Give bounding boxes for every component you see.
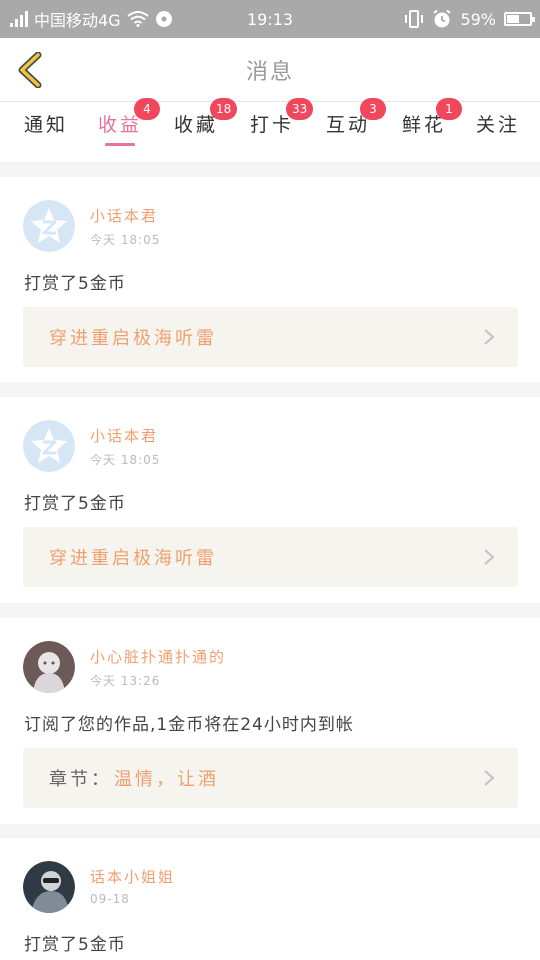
message-time: 09-18 <box>90 892 130 906</box>
message-time: 今天 18:05 <box>90 453 161 467</box>
work-link[interactable]: 穿进重启极海听雷 <box>23 307 518 367</box>
app-logo-avatar[interactable] <box>23 200 75 252</box>
tab-badge: 33 <box>286 98 314 120</box>
active-tab-indicator <box>105 143 135 146</box>
alarm-icon <box>433 9 452 28</box>
user-photo-avatar[interactable] <box>23 641 75 693</box>
message-card: 小心脏扑通扑通的 今天 13:26 订阅了您的作品,1金币将在24小时内到帐 章… <box>0 618 540 824</box>
message-time: 今天 13:26 <box>90 674 161 688</box>
sender-name[interactable]: 小话本君 <box>90 205 158 226</box>
status-right: 59% <box>404 0 535 38</box>
message-card: 小话本君 今天 18:05 打赏了5金币 穿进重启极海听雷 <box>0 397 540 603</box>
message-text: 打赏了5金币 <box>24 274 126 294</box>
sender-name[interactable]: 小话本君 <box>90 425 158 446</box>
work-link[interactable]: 穿进重启极海听雷 <box>23 527 518 587</box>
tab-badge: 1 <box>436 98 462 120</box>
chevron-right-icon <box>484 329 495 345</box>
battery-percent: 59% <box>460 9 496 29</box>
vibrate-icon <box>405 10 424 28</box>
work-title: 穿进重启极海听雷 <box>49 328 217 349</box>
status-bar: 中国移动4G 19:13 59% <box>0 0 540 38</box>
battery-level <box>507 15 520 23</box>
tab-favorites[interactable]: 收藏 18 <box>172 98 238 154</box>
work-title: 穿进重启极海听雷 <box>49 548 217 569</box>
chapter-link[interactable]: 章节： 温情，让酒 <box>23 748 518 808</box>
header-bar: 消息 <box>0 38 540 102</box>
message-card: 话本小姐姐 09-18 打赏了5金币 <box>0 838 540 960</box>
tab-notice[interactable]: 通知 <box>22 110 70 154</box>
tab-bar: 通知 收益 4 收藏 18 打卡 33 互动 3 鲜花 1 关注 <box>0 98 540 162</box>
tab-flowers[interactable]: 鲜花 1 <box>400 98 462 154</box>
sender-name[interactable]: 话本小姐姐 <box>90 866 175 887</box>
user-photo-avatar[interactable] <box>23 861 75 913</box>
tab-badge: 18 <box>210 98 238 120</box>
tab-label: 关注 <box>475 114 520 136</box>
tab-interaction[interactable]: 互动 3 <box>324 98 386 154</box>
tab-earnings[interactable]: 收益 4 <box>96 98 160 154</box>
message-text: 订阅了您的作品,1金币将在24小时内到帐 <box>24 715 354 735</box>
chapter-prefix: 章节： <box>49 769 112 790</box>
message-text: 打赏了5金币 <box>24 935 126 955</box>
message-card: 小话本君 今天 18:05 打赏了5金币 穿进重启极海听雷 <box>0 177 540 382</box>
battery-icon <box>504 12 535 26</box>
app-logo-avatar[interactable] <box>23 420 75 472</box>
messages-page: 中国移动4G 19:13 59% 消息 通知 收益 4 收藏 18 打卡 33 … <box>0 0 540 960</box>
page-title: 消息 <box>245 60 294 85</box>
chapter-info: 章节： 温情，让酒 <box>49 748 219 808</box>
tab-checkin[interactable]: 打卡 33 <box>248 98 314 154</box>
tab-label: 通知 <box>23 114 68 136</box>
tab-badge: 4 <box>134 98 160 120</box>
tab-badge: 3 <box>360 98 386 120</box>
sender-name[interactable]: 小心脏扑通扑通的 <box>90 646 226 667</box>
message-time: 今天 18:05 <box>90 233 161 247</box>
message-text: 打赏了5金币 <box>24 494 126 514</box>
chevron-right-icon <box>484 770 495 786</box>
chevron-right-icon <box>484 549 495 565</box>
tab-follow[interactable]: 关注 <box>474 110 522 154</box>
chapter-title: 温情，让酒 <box>114 769 219 790</box>
